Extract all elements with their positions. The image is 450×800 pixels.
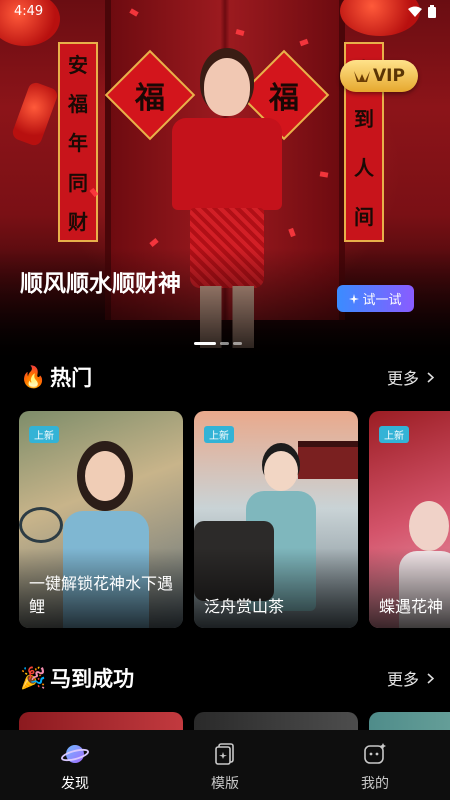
section-title-text: 马到成功 bbox=[50, 667, 135, 691]
couplet-left: 安福年同财 bbox=[58, 42, 98, 242]
party-popper-icon: 🎉 bbox=[20, 665, 47, 690]
try-button[interactable]: 试一试 bbox=[337, 285, 414, 312]
more-label: 更多 bbox=[386, 369, 419, 388]
card-figure bbox=[409, 501, 449, 551]
carousel-indicator bbox=[194, 342, 242, 345]
template-card[interactable] bbox=[194, 712, 358, 732]
card-caption: 蝶遇花神 bbox=[379, 597, 444, 616]
status-bar: 4:49 bbox=[0, 0, 450, 22]
sparkle-icon bbox=[349, 293, 360, 304]
more-link-hot[interactable]: 更多 bbox=[387, 365, 434, 389]
template-card[interactable]: 上新 蝶遇花神 bbox=[369, 411, 450, 628]
nav-label: 我的 bbox=[361, 776, 389, 792]
hero-title: 顺风顺水顺财神 bbox=[20, 271, 181, 297]
section-title: 🔥 热门 bbox=[20, 362, 92, 392]
template-card[interactable]: 上新 泛舟赏山茶 bbox=[194, 411, 358, 628]
battery-icon bbox=[428, 4, 436, 18]
carousel-dot[interactable] bbox=[194, 342, 216, 345]
nav-label: 发现 bbox=[61, 776, 89, 792]
hot-card-list[interactable]: 上新 一键解锁花神水下遇鲤 上新 泛舟赏山茶 上新 蝶遇花神 bbox=[19, 411, 450, 628]
template-cards-icon bbox=[215, 743, 234, 765]
card-caption: 一键解锁花神水下遇鲤 bbox=[29, 574, 174, 616]
card-figure bbox=[264, 451, 298, 491]
nav-item-discover[interactable]: 发现 bbox=[25, 742, 125, 793]
card-caption: 泛舟赏山茶 bbox=[204, 597, 285, 616]
more-label: 更多 bbox=[386, 670, 419, 689]
pavilion-figure bbox=[298, 441, 358, 479]
template-card[interactable]: 上新 一键解锁花神水下遇鲤 bbox=[19, 411, 183, 628]
bicycle-figure bbox=[19, 507, 63, 543]
profile-face-icon bbox=[364, 743, 386, 764]
vip-crown-icon bbox=[354, 71, 371, 82]
bottom-nav: 发现 模版 我的 bbox=[0, 730, 450, 800]
more-link-success[interactable]: 更多 bbox=[387, 666, 434, 690]
chevron-right-icon bbox=[427, 371, 434, 383]
planet-icon bbox=[61, 745, 89, 763]
section-header-success: 🎉 马到成功 更多 bbox=[20, 663, 434, 693]
vip-label: VIP bbox=[373, 66, 405, 86]
carousel-dot[interactable] bbox=[220, 342, 229, 345]
template-card[interactable] bbox=[19, 712, 183, 732]
nav-item-templates[interactable]: 模版 bbox=[175, 742, 275, 793]
fire-icon: 🔥 bbox=[20, 364, 47, 389]
firecracker-decoration bbox=[10, 80, 60, 148]
new-tag: 上新 bbox=[204, 426, 234, 443]
nav-item-profile[interactable]: 我的 bbox=[325, 742, 425, 793]
nav-label: 模版 bbox=[211, 776, 239, 792]
section-title-text: 热门 bbox=[50, 366, 93, 390]
card-figure bbox=[85, 451, 125, 501]
success-card-list[interactable] bbox=[19, 712, 450, 732]
wifi-icon bbox=[408, 6, 422, 17]
chevron-right-icon bbox=[427, 672, 434, 684]
status-time: 4:49 bbox=[14, 3, 44, 19]
section-header-hot: 🔥 热门 更多 bbox=[20, 362, 434, 392]
carousel-dot[interactable] bbox=[233, 342, 242, 345]
section-title: 🎉 马到成功 bbox=[20, 663, 134, 693]
try-button-label: 试一试 bbox=[362, 293, 402, 308]
vip-button[interactable]: VIP bbox=[340, 60, 418, 92]
new-tag: 上新 bbox=[379, 426, 409, 443]
template-card[interactable] bbox=[369, 712, 450, 732]
new-tag: 上新 bbox=[29, 426, 59, 443]
